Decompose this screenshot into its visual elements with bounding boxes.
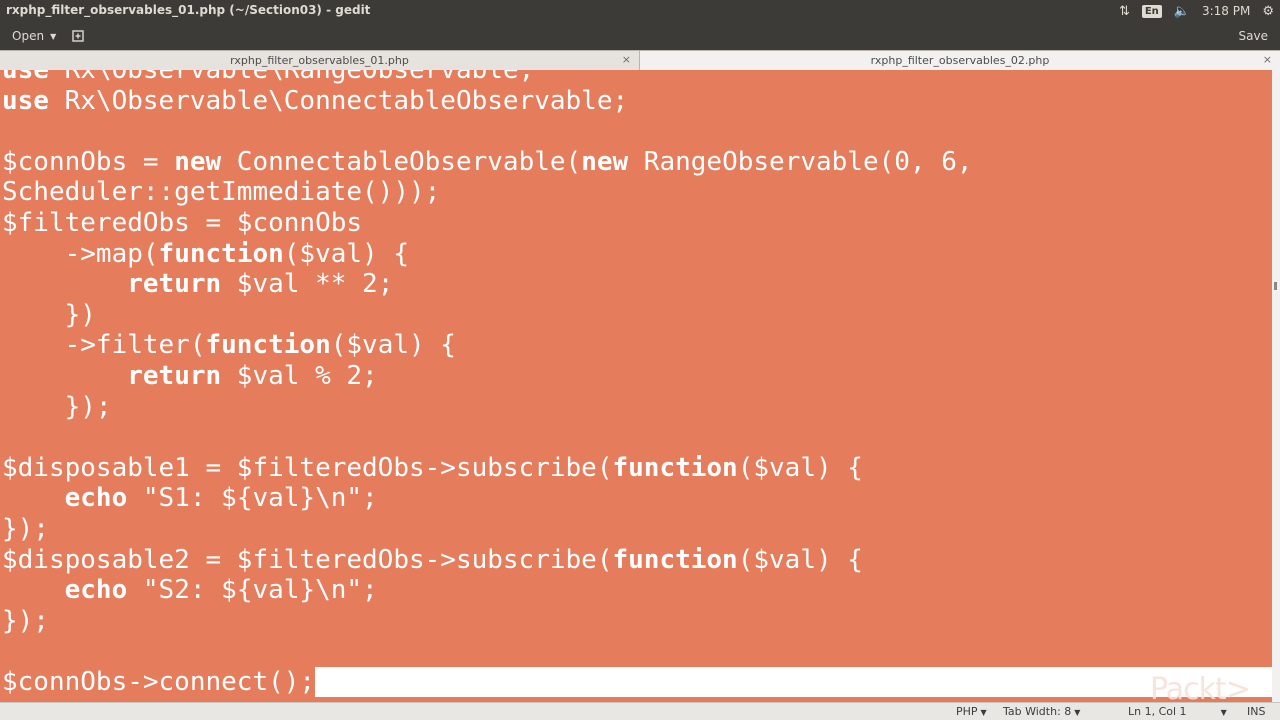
new-document-button[interactable] xyxy=(68,26,88,46)
code-line: echo "S1: ${val}\n"; xyxy=(64,483,378,514)
clock[interactable]: 3:18 PM xyxy=(1202,4,1250,18)
chevron-down-icon: ▼ xyxy=(1220,708,1227,717)
volume-icon[interactable]: 🔈 xyxy=(1174,4,1190,19)
code-line: }); xyxy=(2,605,49,636)
status-bar: PHP ▼ Tab Width: 8 ▼ Ln 1, Col 1 ▼ INS xyxy=(0,702,1280,720)
save-button[interactable]: Save xyxy=(1235,26,1272,46)
gear-icon[interactable]: ⚙ xyxy=(1262,4,1274,19)
code-line: ->map(function($val) { xyxy=(2,238,410,269)
window-title: rxphp_filter_observables_01.php (~/Secti… xyxy=(6,3,371,17)
tab-label: rxphp_filter_observables_02.php xyxy=(870,54,1050,67)
chevron-down-icon: ▼ xyxy=(980,708,987,717)
scrollbar-thumb[interactable] xyxy=(1274,282,1277,290)
code-line: }) xyxy=(2,299,96,330)
code-line: $disposable1 = $filteredObs->subscribe(f… xyxy=(2,452,863,483)
tab-width-label: Tab Width: 8 xyxy=(1003,705,1072,718)
document-tabs: rxphp_filter_observables_01.php × rxphp_… xyxy=(0,50,1280,70)
tab-document-2[interactable]: rxphp_filter_observables_02.php × xyxy=(640,51,1280,70)
code-line: use Rx\Observable\ConnectableObservable; xyxy=(2,85,629,116)
language-label: PHP xyxy=(956,705,978,718)
system-tray: ⇅ En 🔈 3:18 PM ⚙ xyxy=(1119,0,1274,22)
tab-document-1[interactable]: rxphp_filter_observables_01.php × xyxy=(0,51,640,70)
packt-logo: Packt> xyxy=(1150,671,1251,707)
code-line: return $val % 2; xyxy=(127,360,378,391)
new-document-icon xyxy=(72,30,84,42)
cursor-position[interactable]: Ln 1, Col 1 ▼ xyxy=(1128,705,1227,718)
keyboard-language-indicator[interactable]: En xyxy=(1141,4,1162,18)
code-line: $disposable2 = $filteredObs->subscribe(f… xyxy=(2,544,863,575)
insert-mode: INS xyxy=(1247,705,1266,718)
code-line: echo "S2: ${val}\n"; xyxy=(64,575,378,606)
code-text[interactable]: use Rx\Observable\RangeObservable; use Rx… xyxy=(2,70,1272,698)
code-line: $connObs = new ConnectableObservable(new… xyxy=(2,146,973,177)
cursor-position-label: Ln 1, Col 1 xyxy=(1128,705,1187,718)
network-icon[interactable]: ⇅ xyxy=(1119,4,1130,19)
vertical-scrollbar[interactable] xyxy=(1272,70,1280,702)
open-label: Open xyxy=(12,29,45,43)
code-line: $filteredObs = $connObs xyxy=(2,207,363,238)
code-line: return $val ** 2; xyxy=(127,269,394,300)
top-panel: rxphp_filter_observables_01.php (~/Secti… xyxy=(0,0,1280,22)
chevron-down-icon: ▼ xyxy=(50,31,57,41)
close-icon[interactable]: × xyxy=(622,53,631,66)
code-editor[interactable]: use Rx\Observable\RangeObservable; use Rx… xyxy=(0,70,1272,702)
code-line: use Rx\Observable\RangeObservable; xyxy=(2,70,535,85)
chevron-down-icon: ▼ xyxy=(1074,708,1081,717)
code-line: }); xyxy=(2,513,49,544)
language-selector[interactable]: PHP ▼ xyxy=(956,705,987,718)
code-line-cursor: $connObs->connect(); xyxy=(2,666,1272,698)
code-line: ->filter(function($val) { xyxy=(2,330,456,361)
tab-label: rxphp_filter_observables_01.php xyxy=(230,54,409,67)
code-line: }); xyxy=(2,391,112,422)
close-icon[interactable]: × xyxy=(1263,53,1272,66)
editor-toolbar: Open ▼ Save xyxy=(0,22,1280,50)
code-line: Scheduler::getImmediate())); xyxy=(2,177,441,208)
tab-width-selector[interactable]: Tab Width: 8 ▼ xyxy=(1003,705,1080,718)
open-button[interactable]: Open ▼ xyxy=(6,26,62,46)
